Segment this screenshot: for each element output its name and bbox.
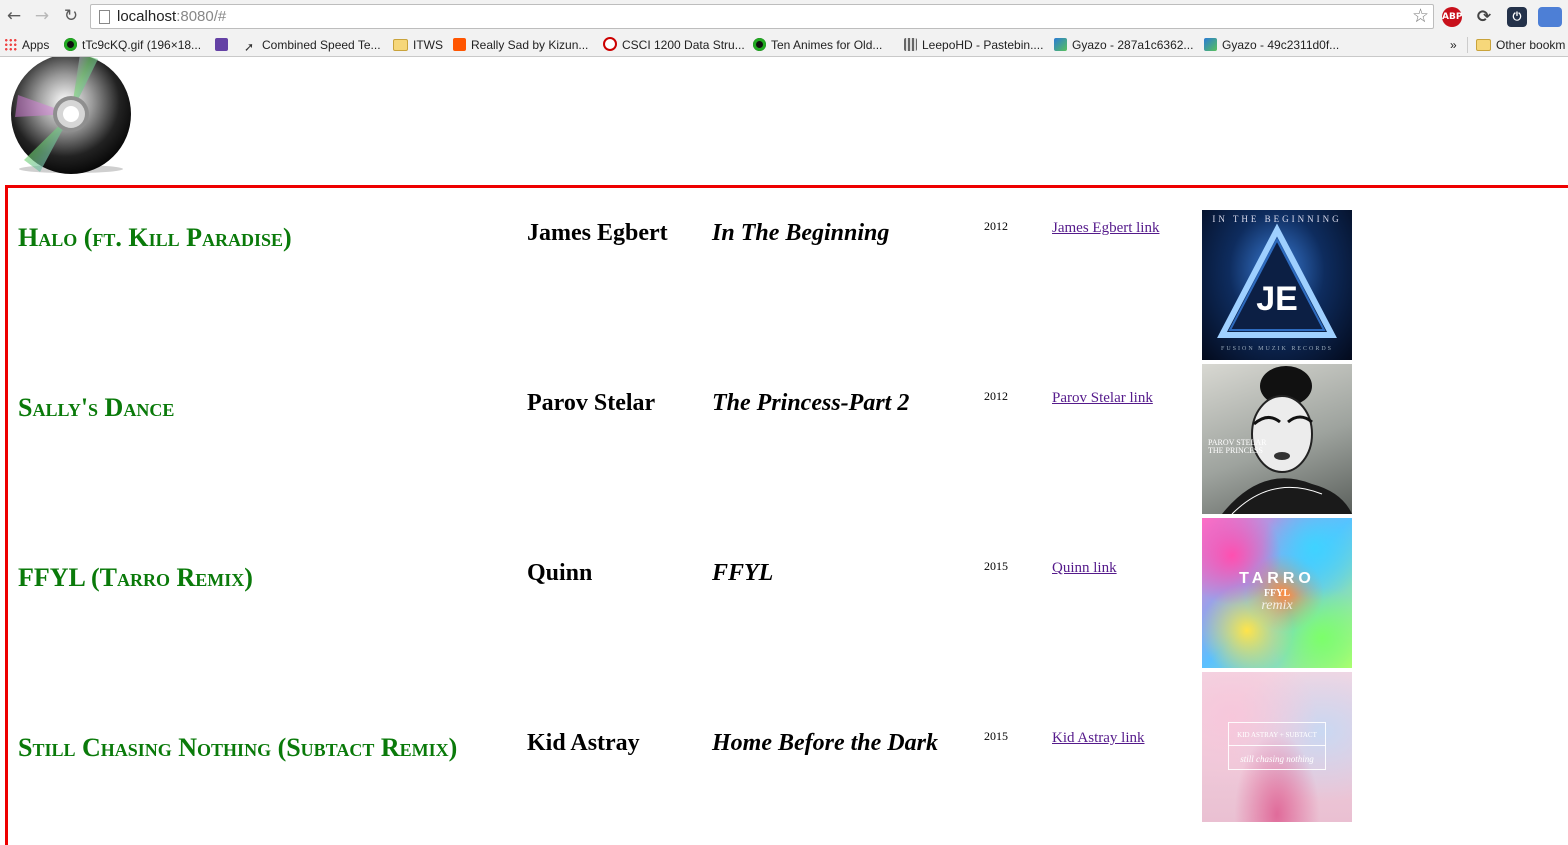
bookmark-item[interactable]: ITWS bbox=[393, 37, 443, 53]
song-album: In The Beginning bbox=[712, 220, 890, 246]
album-cover: TARRO FFYL remix bbox=[1202, 518, 1352, 668]
bookmarks-bar: Apps tTc9cKQ.gif (196×18... ➚ Combined Sp… bbox=[0, 34, 1568, 57]
bookmark-item[interactable]: ➚ Combined Speed Te... bbox=[244, 37, 381, 54]
cd-logo-icon bbox=[11, 57, 131, 174]
song-year: 2012 bbox=[984, 219, 1008, 233]
song-title: Sally's Dance bbox=[18, 393, 175, 422]
cover-text: KID ASTRAY + SUBTACT bbox=[1237, 731, 1317, 739]
user-profile-icon[interactable] bbox=[1538, 7, 1562, 27]
bookmark-item[interactable]: CSCI 1200 Data Stru... bbox=[603, 37, 745, 53]
artist-link[interactable]: James Egbert link bbox=[1052, 220, 1159, 237]
cover-text: JE bbox=[1256, 280, 1298, 318]
song-artist: James Egbert bbox=[527, 220, 668, 246]
browser-toolbar: ← → ↻ localhost:8080/# ☆ ABP ⟳ ⏻ bbox=[0, 0, 1568, 34]
page-icon bbox=[99, 10, 110, 24]
apps-grid-icon bbox=[4, 38, 17, 51]
bookmark-item[interactable]: Ten Animes for Old... bbox=[753, 37, 882, 53]
pastebin-icon bbox=[904, 38, 917, 51]
song-row: Still Chasing Nothing (Subtact Remix) Ki… bbox=[8, 672, 1568, 842]
sync-icon[interactable]: ⟳ bbox=[1474, 7, 1494, 27]
song-year: 2015 bbox=[984, 729, 1008, 743]
song-list: Halo (ft. Kill Paradise) James Egbert In… bbox=[5, 185, 1568, 845]
song-album: The Princess-Part 2 bbox=[712, 390, 910, 416]
bookmark-star-icon[interactable]: ☆ bbox=[1412, 5, 1429, 27]
address-bar[interactable]: localhost:8080/# ☆ bbox=[90, 4, 1434, 29]
album-cover: KID ASTRAY + SUBTACT still chasing nothi… bbox=[1202, 672, 1352, 822]
bookmark-item[interactable]: Gyazo - 49c2311d0f... bbox=[1204, 37, 1339, 53]
soundcloud-icon bbox=[453, 38, 466, 51]
cover-text: still chasing nothing bbox=[1240, 754, 1314, 764]
folder-icon bbox=[393, 39, 408, 51]
cover-text: THE PRINCESS bbox=[1208, 446, 1263, 455]
twitch-icon bbox=[215, 38, 228, 51]
bookmark-item[interactable]: tTc9cKQ.gif (196×18... bbox=[64, 37, 201, 53]
song-artist: Parov Stelar bbox=[527, 390, 656, 416]
gyazo-icon bbox=[1204, 38, 1217, 51]
cover-text: remix bbox=[1261, 598, 1293, 613]
bookmark-item[interactable]: Really Sad by Kizun... bbox=[453, 37, 588, 53]
song-row: Sally's Dance Parov Stelar The Princess-… bbox=[8, 364, 1568, 534]
song-year: 2012 bbox=[984, 389, 1008, 403]
cover-text: IN THE BEGINNING bbox=[1212, 214, 1342, 224]
speed-icon: ➚ bbox=[244, 40, 255, 54]
bookmarks-overflow-button[interactable]: » bbox=[1450, 37, 1457, 53]
reload-icon[interactable]: ↻ bbox=[61, 6, 81, 26]
bookmark-apps[interactable]: Apps bbox=[4, 37, 49, 53]
cs-icon bbox=[603, 37, 617, 51]
back-arrow-icon[interactable]: ← bbox=[4, 6, 24, 26]
green-circle-icon bbox=[64, 38, 77, 51]
cover-divider bbox=[1228, 745, 1326, 746]
folder-icon bbox=[1476, 39, 1491, 51]
song-artist: Kid Astray bbox=[527, 730, 640, 756]
bookmark-item[interactable]: Gyazo - 287a1c6362... bbox=[1054, 37, 1193, 53]
album-cover: IN THE BEGINNING JE FUSION MUZIK RECORDS bbox=[1202, 210, 1352, 360]
song-artist: Quinn bbox=[527, 560, 593, 586]
bookmark-item[interactable] bbox=[215, 37, 233, 53]
artist-link[interactable]: Quinn link bbox=[1052, 560, 1117, 577]
album-cover: PAROV STELAR THE PRINCESS bbox=[1202, 364, 1352, 514]
adblock-plus-icon[interactable]: ABP bbox=[1442, 7, 1462, 27]
song-album: FFYL bbox=[712, 560, 774, 586]
bookmark-item[interactable]: LeepoHD - Pastebin.... bbox=[904, 37, 1043, 53]
cover-text: TARRO bbox=[1239, 570, 1315, 587]
song-title: Still Chasing Nothing (Subtact Remix) bbox=[18, 733, 458, 762]
cover-text: FUSION MUZIK RECORDS bbox=[1220, 346, 1333, 352]
other-bookmarks-folder[interactable]: Other bookm bbox=[1467, 37, 1565, 53]
forward-arrow-icon[interactable]: → bbox=[32, 6, 52, 26]
green-circle-icon bbox=[753, 38, 766, 51]
url-text: localhost:8080/# bbox=[117, 8, 227, 25]
gyazo-icon bbox=[1054, 38, 1067, 51]
song-row: FFYL (Tarro Remix) Quinn FFYL 2015 Quinn… bbox=[8, 518, 1568, 688]
song-title: FFYL (Tarro Remix) bbox=[18, 563, 253, 592]
song-row: Halo (ft. Kill Paradise) James Egbert In… bbox=[8, 210, 1568, 380]
artist-link[interactable]: Kid Astray link bbox=[1052, 730, 1145, 747]
song-title: Halo (ft. Kill Paradise) bbox=[18, 223, 292, 252]
song-album: Home Before the Dark bbox=[712, 730, 938, 756]
song-year: 2015 bbox=[984, 559, 1008, 573]
power-extension-icon[interactable]: ⏻ bbox=[1507, 7, 1527, 27]
artist-link[interactable]: Parov Stelar link bbox=[1052, 390, 1153, 407]
